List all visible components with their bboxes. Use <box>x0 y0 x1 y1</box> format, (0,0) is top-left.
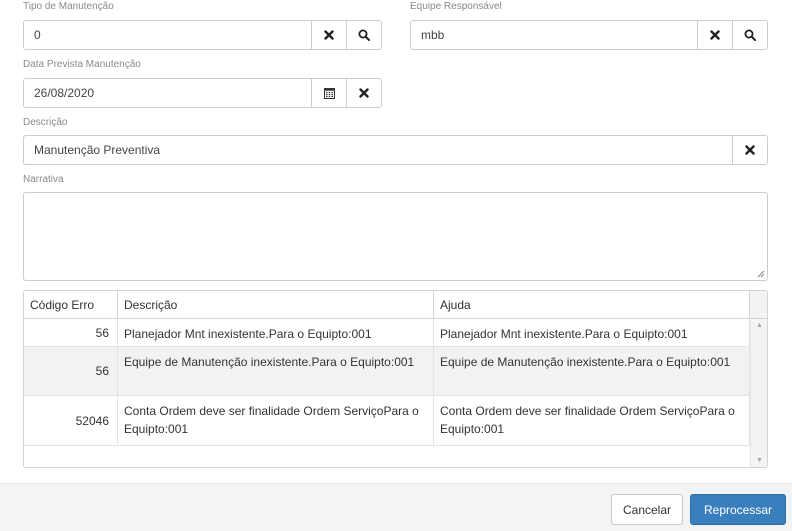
cell-descricao: Conta Ordem deve ser finalidade Ordem Se… <box>118 396 434 445</box>
search-icon <box>744 29 756 41</box>
reprocess-button[interactable]: Reprocessar <box>690 494 786 525</box>
descricao-clear-button[interactable] <box>733 135 768 165</box>
equipe-responsavel-clear-button[interactable] <box>698 20 733 50</box>
cell-codigo: 56 <box>24 347 118 395</box>
narrativa-label: Narrativa <box>23 174 64 185</box>
equipe-responsavel-group <box>410 20 768 50</box>
cell-ajuda: Equipe de Manutenção inexistente.Para o … <box>434 347 750 395</box>
equipe-responsavel-search-button[interactable] <box>733 20 768 50</box>
column-header-descricao[interactable]: Descrição <box>118 291 434 318</box>
grid-header: Código Erro Descrição Ajuda <box>24 291 767 319</box>
times-icon <box>324 30 334 40</box>
tipo-manutencao-group <box>23 20 382 50</box>
resize-grip-icon[interactable] <box>757 270 765 278</box>
calendar-button[interactable] <box>312 78 347 108</box>
cell-descricao: Planejador Mnt inexistente.Para o Equipt… <box>118 319 434 346</box>
table-row[interactable]: 56 Equipe de Manutenção inexistente.Para… <box>24 347 750 396</box>
cell-codigo: 56 <box>24 319 118 346</box>
data-prevista-label: Data Prevista Manutenção <box>23 59 141 70</box>
descricao-group <box>23 135 768 165</box>
equipe-responsavel-input[interactable] <box>410 20 698 50</box>
tipo-manutencao-input[interactable] <box>23 20 312 50</box>
cancel-button[interactable]: Cancelar <box>611 494 683 525</box>
scroll-up-icon[interactable]: ▲ <box>756 322 763 329</box>
search-icon <box>358 29 370 41</box>
column-header-ajuda[interactable]: Ajuda <box>434 291 750 318</box>
times-icon <box>745 145 755 155</box>
cell-descricao: Equipe de Manutenção inexistente.Para o … <box>118 347 434 395</box>
cell-ajuda: Planejador Mnt inexistente.Para o Equipt… <box>434 319 750 346</box>
calendar-icon <box>323 87 335 99</box>
narrativa-textarea[interactable] <box>23 192 768 281</box>
vertical-scrollbar[interactable]: ▲ ▼ <box>750 319 767 467</box>
table-row[interactable]: 56 Planejador Mnt inexistente.Para o Equ… <box>24 319 750 347</box>
cell-codigo: 52046 <box>24 396 118 445</box>
tipo-manutencao-label: Tipo de Manutenção <box>23 1 114 12</box>
scroll-down-icon[interactable]: ▼ <box>756 457 763 464</box>
table-row[interactable]: 52046 Conta Ordem deve ser finalidade Or… <box>24 396 750 446</box>
column-header-codigo[interactable]: Código Erro <box>24 291 118 318</box>
grid-body: 56 Planejador Mnt inexistente.Para o Equ… <box>24 319 750 446</box>
header-scroll-pad <box>750 291 767 318</box>
descricao-label: Descrição <box>23 117 68 128</box>
modal-footer: Cancelar Reprocessar <box>0 483 792 531</box>
equipe-responsavel-label: Equipe Responsável <box>410 1 502 12</box>
tipo-manutencao-clear-button[interactable] <box>312 20 347 50</box>
error-grid: Código Erro Descrição Ajuda 56 Planejado… <box>23 290 768 468</box>
data-prevista-input[interactable] <box>23 78 312 108</box>
times-icon <box>710 30 720 40</box>
cell-ajuda: Conta Ordem deve ser finalidade Ordem Se… <box>434 396 750 445</box>
tipo-manutencao-search-button[interactable] <box>347 20 382 50</box>
times-icon <box>359 88 369 98</box>
data-prevista-group <box>23 78 382 108</box>
descricao-input[interactable] <box>23 135 733 165</box>
data-prevista-clear-button[interactable] <box>347 78 382 108</box>
